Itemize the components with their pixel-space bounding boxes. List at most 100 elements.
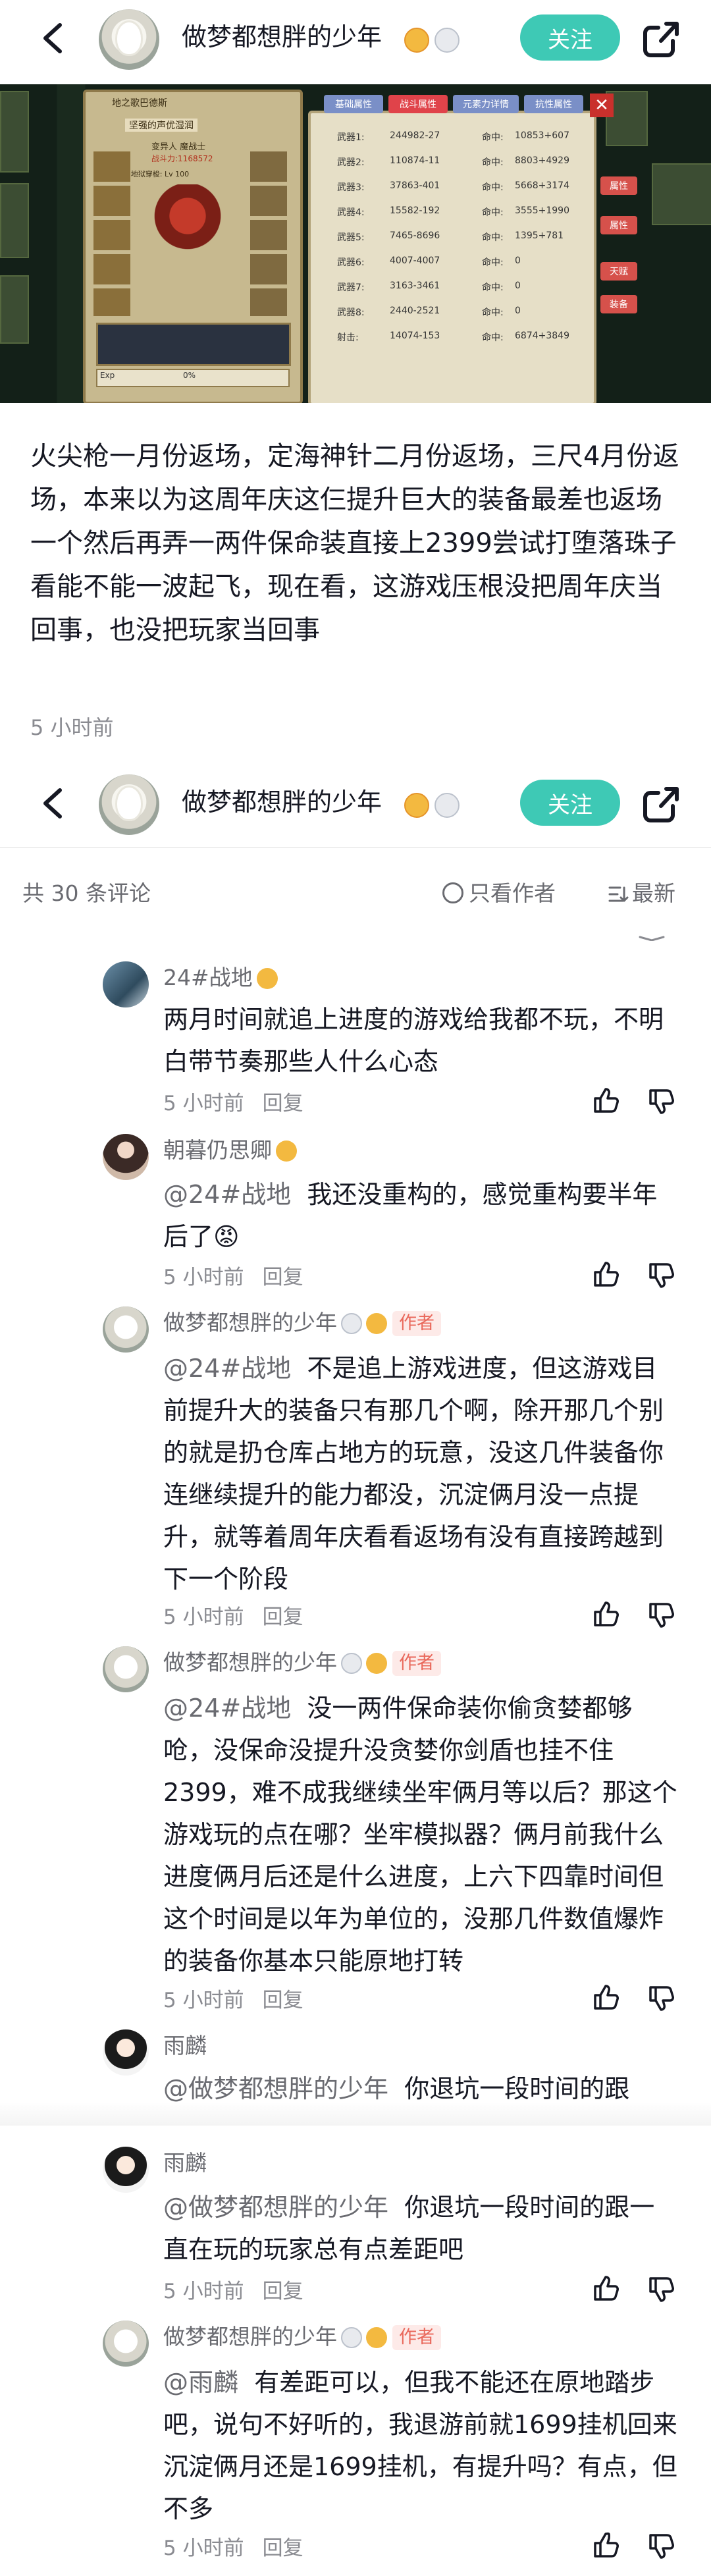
top-bar: 做梦都想胖的少年 关注 xyxy=(0,0,711,78)
stat-value: 8803+4929 xyxy=(515,155,569,166)
comment-username[interactable]: 24#战地 xyxy=(163,963,278,993)
author-username[interactable]: 做梦都想胖的少年 xyxy=(182,782,382,822)
equip-slots-left xyxy=(93,151,130,316)
like-icon[interactable] xyxy=(591,1259,620,1288)
stat-row: 武器1: 244982-27 命中: 10853+607 xyxy=(311,126,594,148)
author-tag: 作者 xyxy=(392,2325,441,2350)
tab-element[interactable]: 元素力详情 xyxy=(453,95,519,113)
comment-text: @24#战地 不是追上游戏进度，但这游戏目前提升大的装备只有那几个啊，除开那几个… xyxy=(163,1347,678,1600)
stat-row: 武器5: 7465-8696 命中: 1395+781 xyxy=(311,227,594,248)
post-image-game-screenshot[interactable]: 地之歌巴德斯 坚强的声优湿润 变异人 魔战士 战斗力:1168572 SRP 地… xyxy=(0,84,711,403)
stat-value: 37863-401 xyxy=(390,180,440,191)
stat-value: 4007-4007 xyxy=(390,255,440,266)
comment-avatar[interactable] xyxy=(103,2321,149,2367)
dislike-icon[interactable] xyxy=(646,1985,675,2014)
like-icon[interactable] xyxy=(591,1599,620,1628)
share-icon[interactable] xyxy=(641,18,682,59)
item-bar xyxy=(96,323,291,366)
comment-username-text: 做梦都想胖的少年 xyxy=(163,1650,337,1675)
reply-button[interactable]: 回复 xyxy=(263,1989,303,2012)
comment-username[interactable]: 做梦都想胖的少年 作者 xyxy=(163,2322,441,2352)
level-badge-icon xyxy=(366,1653,387,1674)
reply-button[interactable]: 回复 xyxy=(263,1605,303,1629)
comment-avatar[interactable] xyxy=(103,1134,149,1180)
dislike-icon[interactable] xyxy=(646,2533,675,2562)
mention-link[interactable]: @24#战地 xyxy=(163,1180,291,1209)
mention-link[interactable]: @24#战地 xyxy=(163,1694,291,1723)
dislike-icon[interactable] xyxy=(646,2276,675,2305)
level-badge-icon xyxy=(404,28,429,53)
stat-key: 命中: xyxy=(482,182,504,193)
side-button[interactable]: 属性 xyxy=(600,216,637,234)
comment-username[interactable]: 雨麟 xyxy=(163,2031,207,2061)
stat-row: 射击: 14074-153 命中: 6874+3849 xyxy=(311,327,594,348)
reply-button[interactable]: 回复 xyxy=(263,1092,303,1115)
mention-link[interactable]: @24#战地 xyxy=(163,1354,291,1383)
comment-time: 5 小时前 xyxy=(163,2536,244,2560)
stat-value: 3555+1990 xyxy=(515,205,569,216)
side-button[interactable]: 属性 xyxy=(600,176,637,195)
like-icon[interactable] xyxy=(591,1085,620,1114)
side-button[interactable]: 装备 xyxy=(600,295,637,313)
dislike-icon[interactable] xyxy=(646,1088,675,1117)
sort-latest[interactable]: 最新 xyxy=(608,876,675,907)
comment-avatar[interactable] xyxy=(103,1646,149,1692)
mention-link[interactable]: @雨麟 xyxy=(163,2368,238,2397)
comment-text: @做梦都想胖的少年 你退坑一段时间的跟一直在玩的玩家总有点差距吧 xyxy=(163,2186,678,2270)
scroll-handle-icon xyxy=(639,931,665,942)
dislike-icon[interactable] xyxy=(646,1601,675,1630)
comment-username-text: 朝暮仍思卿 xyxy=(163,1137,272,1163)
comment-meta: 5 小时前 回复 xyxy=(163,1087,303,1116)
back-arrow-icon[interactable] xyxy=(33,18,72,58)
comment-username[interactable]: 做梦都想胖的少年 作者 xyxy=(163,1308,441,1338)
comment-count: 共 30 条评论 xyxy=(22,880,151,906)
comment-username-text: 24#战地 xyxy=(163,965,253,990)
stat-key: 命中: xyxy=(482,282,504,293)
follow-button[interactable]: 关注 xyxy=(520,780,620,826)
author-avatar[interactable] xyxy=(99,9,159,70)
follow-button[interactable]: 关注 xyxy=(520,14,620,61)
dislike-icon[interactable] xyxy=(646,1262,675,1291)
stat-value: 10853+607 xyxy=(515,130,569,141)
game-tile xyxy=(0,275,29,344)
share-icon[interactable] xyxy=(641,784,682,824)
radio-circle-icon xyxy=(442,882,463,903)
game-tile xyxy=(0,91,29,173)
comment-username[interactable]: 雨麟 xyxy=(163,2148,207,2178)
tab-basic-attr[interactable]: 基础属性 xyxy=(324,95,383,113)
close-icon[interactable]: ✕ xyxy=(590,94,614,117)
stat-value: 0 xyxy=(515,281,521,291)
back-arrow-icon[interactable] xyxy=(33,784,72,823)
comment-avatar[interactable] xyxy=(103,961,149,1007)
sort-icon xyxy=(608,886,629,902)
author-avatar[interactable] xyxy=(99,774,159,835)
like-icon[interactable] xyxy=(591,2530,620,2559)
divider xyxy=(0,847,711,848)
author-username[interactable]: 做梦都想胖的少年 xyxy=(182,17,382,57)
tab-combat-attr[interactable]: 战斗属性 xyxy=(388,95,448,113)
mention-link[interactable]: @做梦都想胖的少年 xyxy=(163,2074,388,2103)
like-icon[interactable] xyxy=(591,1982,620,2011)
side-button[interactable]: 天赋 xyxy=(600,262,637,281)
comment-meta: 5 小时前 回复 xyxy=(163,1983,303,2013)
comment-avatar[interactable] xyxy=(103,2147,149,2193)
stat-value: 14074-153 xyxy=(390,331,440,341)
comment-time: 5 小时前 xyxy=(163,2280,244,2303)
comment-text: 两月时间就追上进度的游戏给我都不玩，不明白带节奏那些人什么心态 xyxy=(163,1005,664,1076)
reply-button[interactable]: 回复 xyxy=(263,1266,303,1289)
comment-username[interactable]: 朝暮仍思卿 xyxy=(163,1135,297,1166)
stat-value: 110874-11 xyxy=(390,155,440,166)
only-author-toggle[interactable]: 只看作者 xyxy=(442,876,556,907)
pet-badge-icon xyxy=(434,28,460,53)
character-sprite xyxy=(151,184,224,263)
comment-time: 5 小时前 xyxy=(163,1989,244,2012)
comment-avatar[interactable] xyxy=(103,1306,149,1353)
like-icon[interactable] xyxy=(591,2273,620,2302)
mention-link[interactable]: @做梦都想胖的少年 xyxy=(163,2193,388,2222)
comment-body: 没一两件保命装你偷贪婪都够呛，没保命没提升没贪婪你剑盾也挂不住2399，难不成我… xyxy=(163,1694,677,1975)
reply-button[interactable]: 回复 xyxy=(263,2280,303,2303)
tab-resist[interactable]: 抗性属性 xyxy=(524,95,583,113)
comment-avatar[interactable] xyxy=(103,2029,149,2076)
comment-username[interactable]: 做梦都想胖的少年 作者 xyxy=(163,1648,441,1678)
reply-button[interactable]: 回复 xyxy=(263,2536,303,2560)
